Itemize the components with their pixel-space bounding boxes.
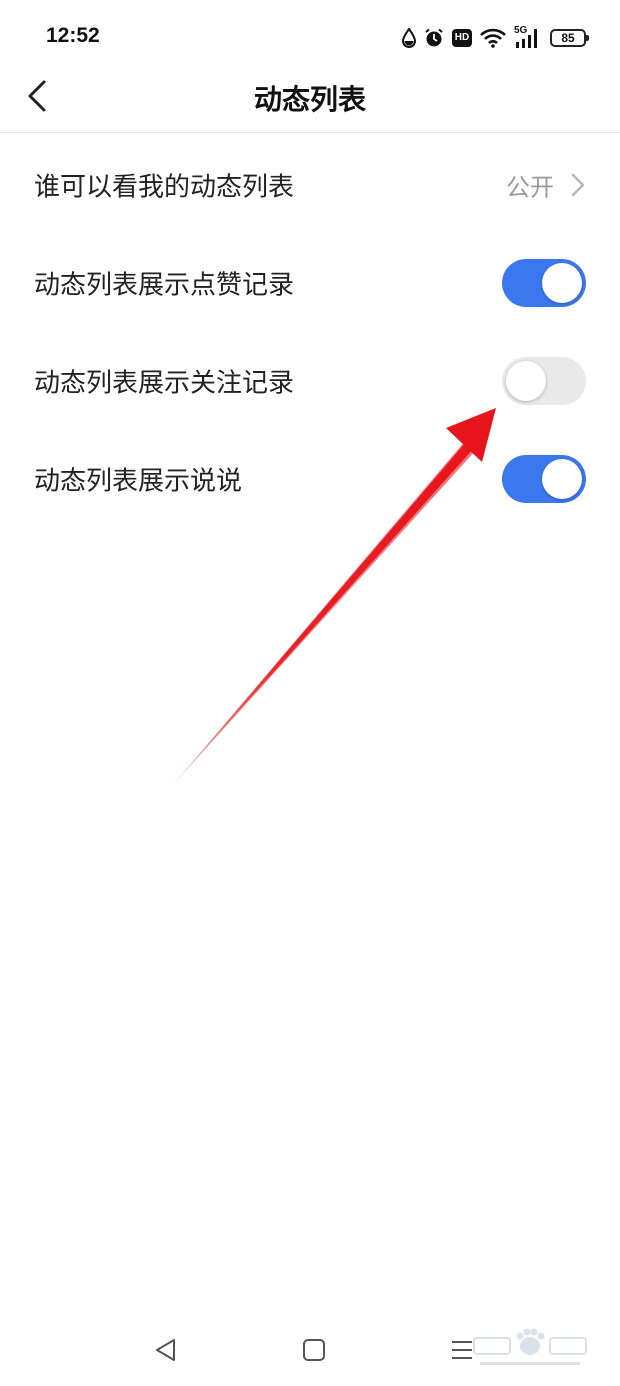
nav-home-button[interactable] <box>296 1332 332 1368</box>
settings-row-likes: 动态列表展示点赞记录 <box>0 234 620 332</box>
row-label: 动态列表展示说说 <box>34 466 243 497</box>
square-home-icon <box>303 1339 325 1361</box>
row-label: 谁可以看我的动态列表 <box>34 172 295 203</box>
signal-icon: 5G <box>514 25 542 49</box>
row-label: 动态列表展示点赞记录 <box>34 270 295 301</box>
posts-toggle[interactable] <box>502 455 586 503</box>
follows-toggle[interactable] <box>502 357 586 405</box>
settings-list: 谁可以看我的动态列表 公开 动态列表展示点赞记录 动态列表展示关注记录 动态列表… <box>0 136 620 528</box>
hd-icon: HD <box>452 29 472 47</box>
row-label: 动态列表展示关注记录 <box>34 368 295 399</box>
wifi-icon <box>480 28 506 48</box>
likes-toggle[interactable] <box>502 259 586 307</box>
settings-row-visibility[interactable]: 谁可以看我的动态列表 公开 <box>0 136 620 234</box>
status-icons: HD 5G 85 <box>394 24 589 52</box>
screen: 12:52 HD 5G 85 动态列表 谁可以看我的动态列表 公开 动态列表展示… <box>0 0 620 1386</box>
settings-row-posts: 动态列表展示说说 <box>0 430 620 528</box>
watermark-logo <box>473 1328 587 1365</box>
battery-icon: 85 <box>550 29 589 47</box>
toggle-knob <box>542 459 582 499</box>
page-title: 动态列表 <box>253 83 366 116</box>
visibility-value: 公开 <box>506 173 554 202</box>
nav-back-button[interactable] <box>148 1332 184 1368</box>
alarm-icon <box>424 28 444 48</box>
toggle-knob <box>506 361 546 401</box>
toggle-knob <box>542 263 582 303</box>
settings-row-follows: 动态列表展示关注记录 <box>0 332 620 430</box>
water-drop-icon <box>402 28 416 48</box>
header: 动态列表 <box>0 60 620 133</box>
triangle-back-icon <box>156 1339 175 1361</box>
status-time: 12:52 <box>46 24 100 47</box>
chevron-right-icon <box>571 173 585 197</box>
